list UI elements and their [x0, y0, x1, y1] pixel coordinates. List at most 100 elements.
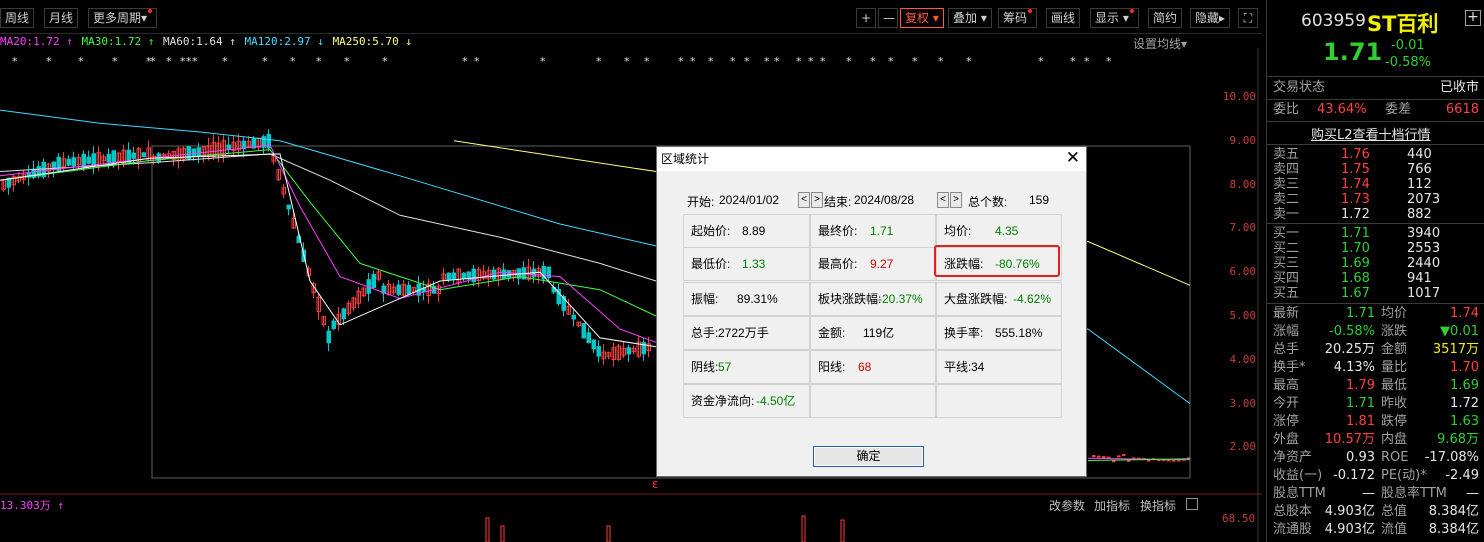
stat-value: 8.384亿	[1428, 522, 1479, 537]
stat-label: 换手*	[1273, 360, 1306, 375]
quote-panel: 603959 ST百利 + 1.71 -0.01 -0.58% 交易状态 已收市…	[1266, 0, 1484, 542]
add-watchlist-icon[interactable]: +	[1465, 10, 1481, 26]
volume-indicator-label: 13.303万 ↑	[0, 499, 64, 512]
candle-body	[571, 314, 576, 320]
event-star-icon: *	[112, 55, 118, 68]
stats-row: 最高 1.79 最低 1.69	[1267, 377, 1484, 395]
price-axis-label: 10.00	[1222, 90, 1256, 103]
switch-indicator-button[interactable]: 换指标	[1140, 497, 1176, 514]
more-periods-button[interactable]: 更多周期▾	[88, 8, 158, 28]
stat-label: 净资产	[1273, 450, 1313, 465]
stock-name: ST百利	[1367, 12, 1439, 36]
close-icon[interactable]: ✕	[1066, 147, 1080, 169]
period-week-button[interactable]: 周线	[0, 8, 35, 28]
price-axis-label: 8.00	[1229, 177, 1257, 191]
end-next-button[interactable]: >	[950, 192, 962, 208]
dialog-title: 区域统计	[661, 152, 710, 166]
sell-level-row: 卖一 1.72 882	[1267, 206, 1484, 224]
event-star-icon: *	[222, 55, 228, 68]
hide-button[interactable]: 隐藏▸	[1190, 8, 1231, 28]
stat-value: 20.25万	[1324, 342, 1375, 357]
event-star-icon: *	[808, 55, 814, 68]
chips-button[interactable]: 筹码	[998, 8, 1038, 28]
stat-cell: 资金净流向: -4.50亿	[683, 384, 810, 418]
stat-value: 1.69	[1450, 378, 1479, 393]
candle-body	[596, 345, 601, 357]
candle-body	[461, 272, 466, 279]
candle-body	[331, 320, 336, 329]
stat-value: 1.74	[1450, 306, 1479, 321]
display-button[interactable]: 显示 ▾	[1090, 8, 1139, 28]
stat-value: 4.903亿	[1324, 522, 1375, 537]
stat-value: -0.172	[1333, 468, 1375, 483]
candle-body	[66, 158, 71, 166]
stats-row: 总股本 4.903亿 总值 8.384亿	[1267, 503, 1484, 521]
stat-label: 金额	[1381, 342, 1408, 357]
simple-mode-button[interactable]: 简约	[1148, 8, 1183, 28]
stock-code: 603959	[1301, 11, 1366, 31]
zoom-out-button[interactable]: —	[878, 8, 898, 28]
candle-body	[506, 270, 511, 278]
event-star-icon: *	[12, 55, 18, 68]
ma5-line	[0, 153, 657, 348]
price-axis-label: 4.00	[1229, 352, 1257, 366]
add-indicator-button[interactable]: 加指标	[1094, 497, 1130, 514]
event-star-icon: *	[78, 55, 84, 68]
stat-cell-label: 板块涨跌幅:	[818, 292, 882, 306]
event-star-icon: *	[290, 55, 296, 68]
volume-bar	[840, 519, 845, 542]
event-star-icon: *	[474, 55, 480, 68]
stat-value: 0.93	[1346, 450, 1375, 465]
event-star-icon: *	[690, 55, 696, 68]
candle-body	[501, 269, 506, 279]
stats-row: 涨停 1.81 跌停 1.63	[1267, 413, 1484, 431]
buy-level-label: 买五	[1273, 286, 1300, 301]
stat-value: -0.58%	[1329, 324, 1375, 339]
overlay-button[interactable]: 叠加 ▾	[948, 8, 992, 28]
zoom-in-button[interactable]: +	[856, 8, 876, 28]
stat-label: 最低	[1381, 378, 1408, 393]
candle-body	[106, 153, 111, 163]
end-prev-button[interactable]: <	[937, 192, 949, 208]
stat-cell: 换手率: 555.18%	[936, 316, 1062, 350]
stat-label: 涨幅	[1273, 324, 1300, 339]
event-star-icon: *	[764, 55, 770, 68]
fullscreen-icon[interactable]: ⛶	[1238, 8, 1258, 28]
stat-cell: 总手: 2722万手	[683, 316, 810, 350]
close-indicator-icon[interactable]	[1186, 498, 1198, 510]
start-prev-button[interactable]: <	[798, 192, 810, 208]
price-axis-label: 5.00	[1229, 309, 1257, 322]
stat-cell-value: 119亿	[863, 326, 895, 340]
event-star-icon: *	[316, 55, 322, 68]
stat-label: 内盘	[1381, 432, 1408, 447]
stat-cell: 板块涨跌幅: -20.37%	[810, 282, 936, 316]
event-star-icon: *	[796, 55, 802, 68]
stat-value: 4.903亿	[1324, 504, 1375, 519]
candle-body	[586, 332, 591, 343]
period-month-button[interactable]: 月线	[44, 8, 79, 28]
event-star-icon: *	[344, 55, 350, 68]
empty-cell	[936, 384, 1062, 418]
draw-line-button[interactable]: 画线	[1046, 8, 1081, 28]
l2-upgrade-link[interactable]: 购买L2查看十档行情	[1311, 124, 1431, 143]
stat-cell-value: 89.31%	[737, 292, 778, 306]
stat-cell: 最终价: 1.71	[810, 214, 936, 248]
stat-cell-value: 4.35	[995, 224, 1019, 238]
event-star-icon: *	[730, 55, 736, 68]
candle-body	[91, 153, 96, 167]
stat-cell: 阴线: 57	[683, 350, 810, 384]
event-star-icon: *	[966, 55, 972, 68]
stat-value: 1.63	[1450, 414, 1479, 429]
candle-body	[196, 147, 201, 156]
weibi-row: 委比 43.64% 委差 6618	[1273, 102, 1479, 117]
candle-body	[446, 272, 451, 280]
stat-label: 外盘	[1273, 432, 1300, 447]
dialog-titlebar[interactable]: 区域统计 ✕	[657, 147, 1086, 171]
stat-value: 1.71	[1346, 396, 1375, 411]
adjust-rights-button[interactable]: 复权 ▾	[900, 8, 944, 28]
confirm-button[interactable]: 确定	[813, 446, 924, 467]
candle-body	[286, 204, 291, 210]
candle-body	[1092, 455, 1096, 458]
edit-params-button[interactable]: 改参数	[1049, 497, 1085, 514]
start-next-button[interactable]: >	[811, 192, 823, 208]
